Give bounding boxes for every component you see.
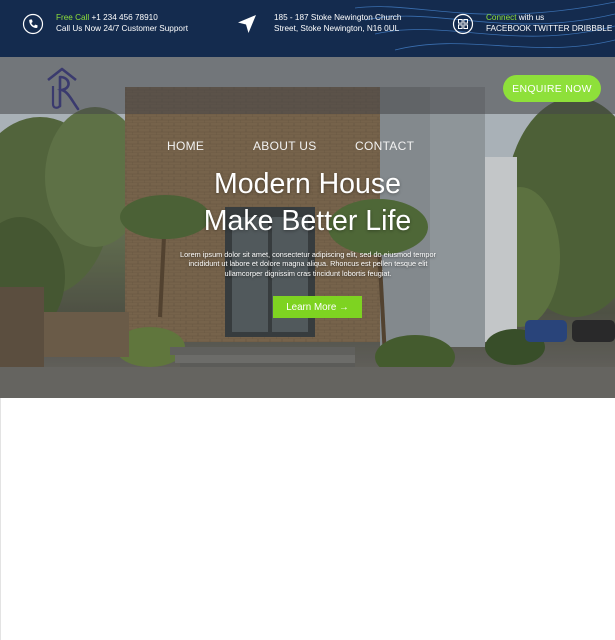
hero-title-line-1: Modern House	[214, 168, 401, 200]
hero-title-line-2: Make Better Life	[203, 205, 412, 237]
free-call-label: Free Call	[56, 13, 90, 22]
hero-description-line-1: Lorem ipsum dolor sit amet, consectetur …	[180, 250, 436, 259]
top-info-bar: Free Call +1 234 456 78910 Call Us Now 2…	[0, 0, 615, 57]
phone-icon	[22, 13, 44, 35]
nav-item-home[interactable]: HOME	[167, 139, 204, 153]
support-text: Call Us Now 24/7 Customer Support	[56, 24, 188, 33]
hero-title: Modern House Make Better Life	[140, 166, 475, 240]
hero-description: Lorem ipsum dolor sit amet, consectetur …	[158, 250, 458, 278]
social-info: Connect with us FACEBOOK TWITTER DRIBBBL…	[452, 12, 612, 35]
phone-number[interactable]: +1 234 456 78910	[92, 13, 158, 22]
connect-rest: with us	[516, 13, 545, 22]
connect-label: Connect	[486, 13, 517, 22]
address-line-1: 185 - 187 Stoke Newington Church	[274, 13, 402, 22]
phone-info: Free Call +1 234 456 78910 Call Us Now 2…	[22, 12, 188, 35]
address-line-2: Street, Stoke Newington, N16 0UL	[274, 24, 400, 33]
enquire-now-button[interactable]: ENQUIRE NOW	[503, 75, 601, 102]
hero-description-line-2: incididunt ut labore et dolore magna ali…	[188, 259, 428, 269]
qr-grid-icon	[452, 13, 474, 35]
house-monogram-logo[interactable]	[44, 66, 84, 112]
nav-item-about-us[interactable]: ABOUT US	[253, 139, 317, 153]
nav-item-contact[interactable]: CONTACT	[355, 139, 414, 153]
blank-content-area	[0, 398, 615, 640]
social-links[interactable]: FACEBOOK TWITTER DRIBBBLE	[486, 23, 612, 34]
learn-more-button[interactable]: Learn More →	[273, 296, 362, 318]
location-arrow-icon	[236, 13, 258, 35]
hero-description-line-3: ullamcorper dignissim cras tincidunt lob…	[224, 268, 392, 278]
address-info: 185 - 187 Stoke Newington Church Street,…	[236, 12, 401, 35]
